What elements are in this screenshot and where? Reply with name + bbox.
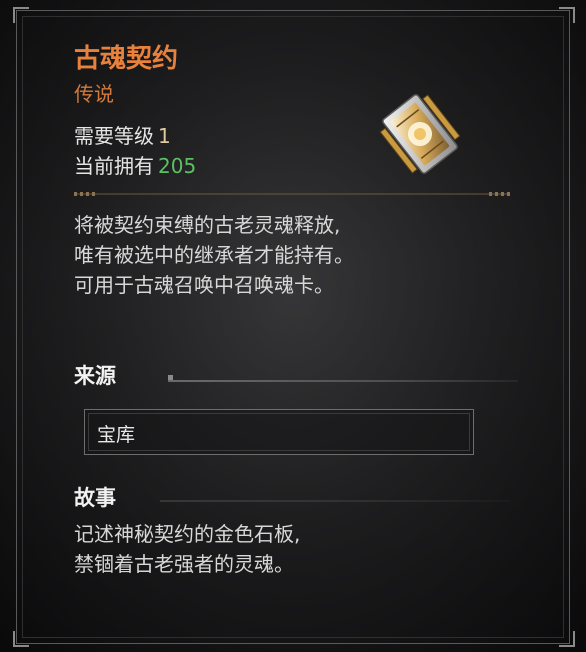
frame-corner-top-left — [13, 7, 29, 23]
owned-count-value: 205 — [158, 154, 197, 178]
item-name: 古魂契约 — [74, 44, 179, 74]
golden-stone-tablet-icon — [379, 94, 461, 174]
required-level-value: 1 — [158, 124, 171, 148]
source-entry-label: 宝库 — [97, 424, 136, 446]
story-line: 记述神秘契约的金色石板, — [74, 522, 301, 546]
source-entry-button[interactable]: 宝库 — [84, 409, 474, 455]
frame-corner-bottom-left — [13, 631, 29, 647]
story-heading: 故事 — [74, 485, 116, 510]
item-story: 记述神秘契约的金色石板, 禁锢着古老强者的灵魂。 — [74, 519, 300, 579]
source-heading: 来源 — [74, 363, 116, 388]
required-level-label: 需要等级 — [74, 124, 154, 148]
owned-count-row: 当前拥有 205 — [74, 150, 196, 179]
frame-corner-bottom-right — [559, 631, 575, 647]
item-rarity: 传说 — [74, 82, 114, 106]
description-line: 可用于古魂召唤中召唤魂卡。 — [74, 273, 334, 297]
required-level-row: 需要等级 1 — [74, 120, 171, 149]
description-line: 将被契约束缚的古老灵魂释放, — [74, 213, 341, 237]
source-entry-inner-border — [88, 413, 470, 451]
item-description: 将被契约束缚的古老灵魂释放, 唯有被选中的继承者才能持有。 可用于古魂召唤中召唤… — [74, 210, 354, 300]
description-line: 唯有被选中的继承者才能持有。 — [74, 243, 354, 267]
story-line: 禁锢着古老强者的灵魂。 — [74, 552, 294, 576]
owned-count-label: 当前拥有 — [74, 154, 154, 178]
header-divider — [74, 192, 510, 196]
source-line-notch — [168, 375, 173, 380]
story-heading-line — [160, 500, 510, 502]
source-heading-line — [168, 380, 518, 382]
frame-corner-top-right — [559, 7, 575, 23]
